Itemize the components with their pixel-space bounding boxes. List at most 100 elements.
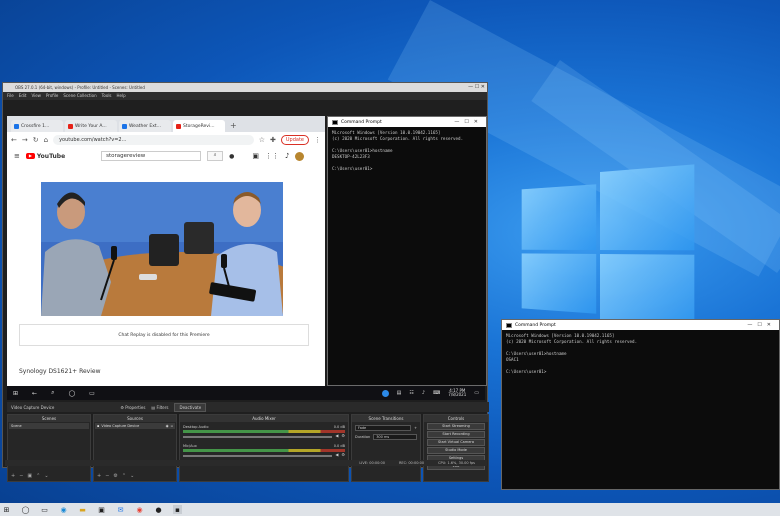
obs-icon[interactable]: ●: [154, 505, 163, 514]
hamburger-icon[interactable]: ≡: [14, 152, 20, 160]
add-icon[interactable]: +: [414, 426, 417, 430]
remove-icon[interactable]: −: [105, 473, 109, 479]
bell-icon[interactable]: ♪: [285, 152, 289, 160]
star-icon[interactable]: ☆: [259, 136, 265, 144]
action-center-icon[interactable]: ▭: [474, 390, 479, 396]
duration-row: Duration 300 ms: [355, 434, 417, 440]
status-live: LIVE: 00:00:00: [359, 460, 385, 466]
start-icon[interactable]: ⊞: [2, 505, 11, 514]
back-arrow-icon[interactable]: ←: [32, 390, 37, 397]
speaker-icon[interactable]: ◀: [335, 433, 338, 438]
chrome-tab[interactable]: Crossfire 1...: [11, 120, 63, 132]
duration-label: Duration: [355, 435, 370, 439]
chrome-tab[interactable]: Weather Ext...: [119, 120, 171, 132]
apps-grid-icon[interactable]: ⋮⋮: [265, 152, 279, 160]
settings-icon[interactable]: ⚙: [341, 452, 345, 457]
settings-icon[interactable]: ⚙: [113, 473, 117, 479]
network-icon[interactable]: ☷: [409, 390, 413, 396]
tray-icon[interactable]: [382, 390, 389, 397]
menu-file[interactable]: File: [7, 92, 14, 100]
back-icon[interactable]: ←: [11, 136, 17, 144]
youtube-header: ≡ ▶ YouTube storagereview ⌕ ● ▣ ⋮⋮ ♪: [7, 147, 325, 165]
start-recording-button[interactable]: Start Recording: [427, 431, 485, 438]
add-icon[interactable]: +: [11, 473, 15, 479]
obs-preview[interactable]: Crossfire 1... Write Your A... Weather E…: [5, 102, 487, 464]
filter-icon[interactable]: ▣: [27, 473, 32, 479]
reload-icon[interactable]: ↻: [33, 136, 39, 144]
address-bar[interactable]: youtube.com/watch?v=2...: [53, 135, 254, 145]
up-icon[interactable]: ⌃: [122, 473, 126, 479]
video-player[interactable]: [41, 182, 283, 316]
add-icon[interactable]: +: [97, 473, 101, 479]
youtube-logo[interactable]: ▶ YouTube: [26, 153, 65, 160]
mixer-channel: Mic/Aux 0.0 dB ◀ ⚙: [183, 444, 345, 457]
down-icon[interactable]: ⌄: [130, 473, 134, 479]
visibility-icon[interactable]: ◉: [166, 424, 169, 428]
cortana-icon[interactable]: ◯: [68, 390, 75, 397]
chrome-window: Crossfire 1... Write Your A... Weather E…: [7, 116, 325, 386]
start-virtual-camera-button[interactable]: Start Virtual Camera: [427, 439, 485, 446]
deactivate-button[interactable]: Deactivate: [174, 403, 206, 412]
mail-icon[interactable]: ✉: [116, 505, 125, 514]
menu-edit[interactable]: Edit: [19, 92, 27, 100]
file-explorer-icon[interactable]: ▬: [78, 505, 87, 514]
update-button[interactable]: Update: [281, 135, 309, 145]
studio-mode-button[interactable]: Studio Mode: [427, 447, 485, 454]
window-controls[interactable]: —☐✕: [454, 119, 483, 125]
properties-button[interactable]: ⚙ Properties: [120, 405, 145, 410]
extension-icon[interactable]: ✚: [270, 136, 276, 144]
speaker-icon[interactable]: ◀: [335, 452, 338, 457]
youtube-search-input[interactable]: storagereview: [101, 151, 201, 161]
create-video-icon[interactable]: ▣: [252, 152, 259, 160]
up-icon[interactable]: ⌃: [36, 473, 40, 479]
chrome-tabbar: Crossfire 1... Write Your A... Weather E…: [7, 116, 325, 132]
chrome-tab-active[interactable]: StorageRevi...: [173, 120, 225, 132]
menu-tools[interactable]: Tools: [102, 92, 112, 100]
sources-header: Sources: [94, 415, 176, 422]
obs-window: OBS 27.0.1 (64-bit, windows) - Profile: …: [2, 82, 488, 468]
inner-clock[interactable]: 4:17 PM 7/8/2021: [448, 389, 466, 398]
chrome-icon[interactable]: ◉: [135, 505, 144, 514]
transition-select[interactable]: Fade: [355, 425, 411, 431]
cmd-icon[interactable]: ▪: [173, 505, 182, 514]
chrome-tab[interactable]: Write Your A...: [65, 120, 117, 132]
store-icon[interactable]: ▣: [97, 505, 106, 514]
task-view-icon[interactable]: ▭: [89, 390, 95, 397]
home-icon[interactable]: ⌂: [44, 136, 48, 144]
search-icon[interactable]: ⌕: [51, 389, 54, 397]
source-item[interactable]: ▪ Video Capture Device ◉ ▫: [95, 423, 175, 429]
lock-icon[interactable]: ▫: [171, 424, 173, 428]
remove-icon[interactable]: −: [19, 473, 23, 479]
notification-icon[interactable]: ▤: [397, 390, 402, 396]
forward-icon[interactable]: →: [22, 136, 28, 144]
command-prompt-inner[interactable]: Command Prompt —☐✕ Microsoft Windows [Ve…: [327, 116, 487, 386]
window-controls[interactable]: —☐✕: [747, 322, 776, 328]
new-tab-icon[interactable]: +: [230, 120, 237, 132]
scene-item[interactable]: Scene: [9, 423, 89, 429]
settings-icon[interactable]: ⚙: [341, 433, 345, 438]
edge-icon[interactable]: ◉: [59, 505, 68, 514]
search-icon[interactable]: ◯: [21, 505, 30, 514]
down-icon[interactable]: ⌄: [44, 473, 48, 479]
volume-slider[interactable]: [183, 436, 332, 438]
command-prompt-outer[interactable]: Command Prompt —☐✕ Microsoft Windows [Ve…: [501, 319, 780, 490]
window-controls[interactable]: — ☐ ✕: [468, 83, 485, 92]
volume-icon[interactable]: ♪: [422, 390, 425, 396]
search-icon[interactable]: ⌕: [207, 151, 223, 161]
start-icon[interactable]: ⊞: [13, 390, 18, 397]
menu-profile[interactable]: Profile: [46, 92, 58, 100]
menu-scene-collection[interactable]: Scene Collection: [63, 92, 96, 100]
keyboard-icon[interactable]: ⌨: [433, 390, 440, 396]
menu-view[interactable]: View: [31, 92, 41, 100]
avatar[interactable]: [295, 152, 304, 161]
scenes-header: Scenes: [8, 415, 90, 422]
mic-icon[interactable]: ●: [229, 153, 234, 160]
menu-dots-icon[interactable]: ⋮: [314, 136, 321, 144]
menu-help[interactable]: Help: [117, 92, 126, 100]
volume-slider[interactable]: [183, 455, 332, 457]
start-streaming-button[interactable]: Start Streaming: [427, 423, 485, 430]
cmd-output: Microsoft Windows [Version 10.0.19042.11…: [502, 330, 779, 378]
duration-input[interactable]: 300 ms: [373, 434, 417, 440]
task-view-icon[interactable]: ▭: [40, 505, 49, 514]
filters-button[interactable]: ▤ Filters: [151, 405, 168, 410]
